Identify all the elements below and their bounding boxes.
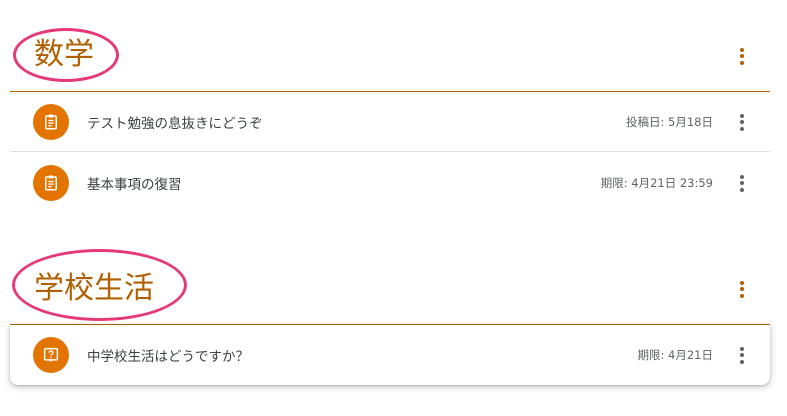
item-title[interactable]: テスト勉強の息抜きにどうぞ: [87, 112, 263, 132]
item-due-date: 期限: 4月21日 23:59: [600, 176, 713, 190]
item-date: 投稿日: 5月18日: [626, 114, 713, 129]
item-title[interactable]: 基本事項の復習: [87, 173, 182, 193]
assignment-icon: [33, 103, 69, 140]
topic-more-options-icon[interactable]: [730, 44, 754, 68]
list-item[interactable]: 基本事項の復習 期限: 4月21日 23:59: [10, 153, 770, 213]
list-item[interactable]: 中学校生活はどうですか？ 期限: 4月21日: [10, 325, 770, 385]
list-item[interactable]: テスト勉強の息抜きにどうぞ 投稿日: 5月18日: [10, 92, 770, 152]
item-more-options-icon[interactable]: [730, 171, 754, 195]
topic-title: 数学: [34, 37, 94, 72]
topic-more-options-icon[interactable]: [730, 277, 754, 301]
assignment-icon: [33, 165, 69, 201]
topic-title: 学校生活: [34, 271, 154, 306]
topic-header-math: 数学: [10, 28, 770, 90]
item-more-options-icon[interactable]: [730, 343, 754, 367]
item-more-options-icon[interactable]: [730, 110, 754, 134]
item-title[interactable]: 中学校生活はどうですか？: [87, 345, 249, 365]
topic-header-school-life: 学校生活: [10, 249, 770, 322]
question-icon: [33, 337, 69, 373]
item-due-date: 期限: 4月21日: [637, 348, 713, 362]
